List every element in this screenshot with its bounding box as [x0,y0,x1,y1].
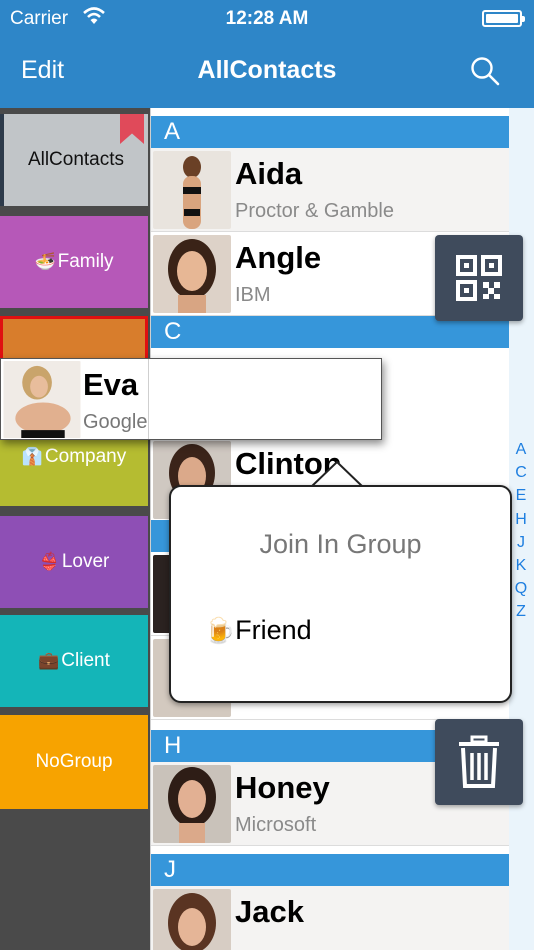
bookmark-icon [120,114,144,144]
family-icon: 🍜 [34,252,56,271]
card-divider [148,359,149,439]
contact-company: Google [83,411,148,433]
popover-arrow [311,461,363,488]
group-item-family[interactable]: 🍜 Family [0,216,148,308]
group-label: Company [44,446,127,467]
index-letter[interactable]: K [510,554,532,577]
contact-company: Proctor & Gamble [235,200,394,222]
page-title: AllContacts [197,56,337,84]
group-item-nogroup[interactable]: NoGroup [0,715,148,809]
contact-company: IBM [235,284,271,306]
contact-name: Angle [235,240,322,275]
contact-row[interactable]: Aida Proctor & Gamble [151,148,509,232]
qr-code-icon [456,255,502,301]
dragged-contact-card[interactable]: Eva Google [0,358,382,440]
contact-avatar [153,765,231,843]
contact-avatar [153,151,231,229]
index-letter[interactable]: Z [510,600,532,623]
index-letter[interactable]: A [510,438,532,461]
delete-button[interactable] [435,719,523,805]
index-letter[interactable]: J [510,531,532,554]
contact-company: Microsoft [235,814,317,836]
search-icon[interactable] [470,56,500,86]
alphabet-index[interactable]: A C E H J K Q Z [510,438,532,624]
group-sidebar: AllContacts 🍜 Family 👔 Company 👙 Lover 💼… [0,108,150,950]
contact-row[interactable]: Jack [151,886,509,950]
contact-name: Eva [83,367,139,402]
trash-icon [459,735,499,788]
group-label: NoGroup [35,751,113,772]
index-letter[interactable]: H [510,508,532,531]
group-item-lover[interactable]: 👙 Lover [0,516,148,608]
join-group-popover: Join In Group 🍺Friend [169,485,512,703]
index-letter[interactable]: Q [510,577,532,600]
status-time: 12:28 AM [225,8,309,29]
group-label: Client [61,650,110,671]
join-group-option-friend[interactable]: 🍺Friend [204,615,312,646]
group-label: AllContacts [27,149,125,170]
contact-avatar [153,235,231,313]
group-label: Family [57,251,114,272]
section-header-a: A [151,116,509,148]
contact-avatar [153,889,231,950]
index-letter[interactable]: C [510,461,532,484]
option-label: Friend [235,615,312,645]
beer-icon: 🍺 [204,617,236,645]
briefcase-icon: 💼 [38,651,60,670]
contact-name: Aida [235,156,303,191]
group-item-allcontacts[interactable]: AllContacts [0,114,148,206]
group-item-client[interactable]: 💼 Client [0,615,148,707]
qr-code-button[interactable] [435,235,523,321]
status-bar: Carrier 12:28 AM [0,0,534,38]
navigation-bar: Carrier 12:28 AM Edit AllContacts [0,0,534,108]
tie-icon: 👔 [21,447,43,466]
group-label: Lover [61,551,110,572]
popover-title: Join In Group [259,529,422,559]
section-header-j: J [151,854,509,886]
index-letter[interactable]: E [510,484,532,507]
contact-avatar [3,361,81,438]
bikini-icon: 👙 [38,552,60,571]
contact-name: Jack [235,894,304,929]
contact-name: Honey [235,770,330,805]
battery-icon [482,10,525,27]
